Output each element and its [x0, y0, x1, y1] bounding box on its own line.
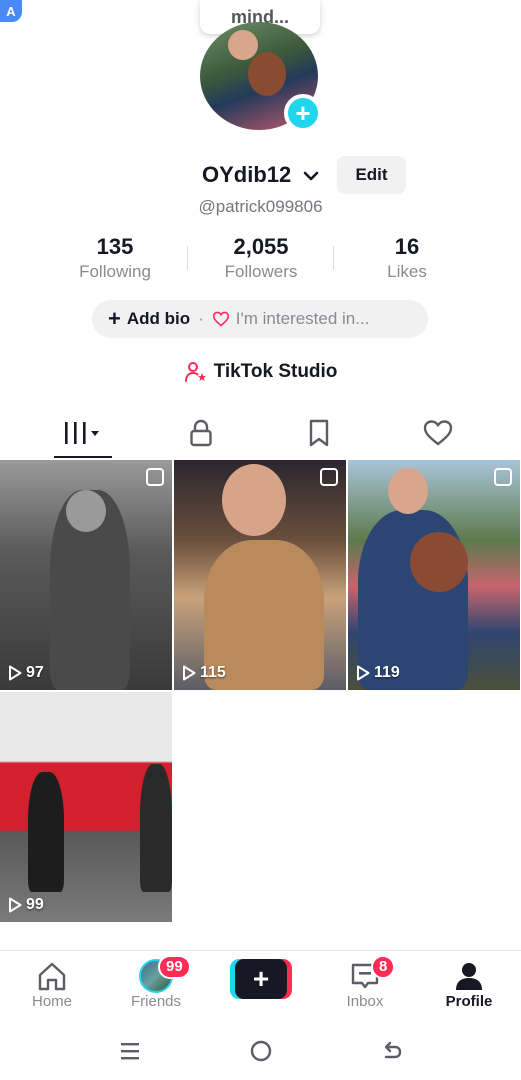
video-tile[interactable]: 99 [0, 692, 172, 922]
nav-inbox-label: Inbox [346, 993, 384, 1010]
multi-photo-icon [494, 468, 512, 486]
tab-liked[interactable] [373, 408, 503, 458]
inbox-badge: 8 [371, 955, 396, 979]
likes-label: Likes [387, 262, 427, 281]
play-icon [357, 665, 370, 681]
plus-icon: + [235, 959, 287, 999]
lock-icon [190, 419, 212, 447]
view-count: 99 [8, 896, 44, 914]
home-icon [38, 962, 66, 991]
video-tile[interactable]: 119 [348, 460, 520, 690]
chevron-down-icon[interactable] [301, 166, 321, 186]
stat-likes[interactable]: 16 Likes [332, 234, 482, 282]
nav-home-label: Home [31, 993, 72, 1010]
friends-badge: 99 [158, 955, 191, 979]
bottom-navigation: Home Friends 99 + Inbox 8 Profile [0, 950, 521, 1020]
back-icon[interactable] [380, 1038, 404, 1064]
play-icon [9, 665, 22, 681]
system-navigation-bar [0, 1030, 521, 1074]
separator: · [198, 309, 204, 328]
multi-photo-icon [146, 468, 164, 486]
recent-apps-icon[interactable] [118, 1038, 142, 1064]
tiktok-studio-link[interactable]: TikTok Studio [0, 358, 521, 386]
nav-profile-label: Profile [445, 993, 493, 1010]
videos-grid-icon [65, 422, 99, 444]
bio-pill[interactable]: + Add bio · I'm interested in... [92, 300, 428, 338]
video-tile[interactable]: 97 [0, 460, 172, 690]
following-label: Following [79, 262, 151, 281]
following-count: 135 [96, 234, 134, 259]
profile-avatar[interactable]: + [200, 22, 322, 132]
stat-followers[interactable]: 2,055 Followers [186, 234, 336, 282]
tab-private[interactable] [136, 408, 266, 458]
heart-icon [423, 420, 453, 446]
followers-label: Followers [224, 262, 298, 281]
nav-friends-label: Friends [130, 993, 182, 1010]
nav-friends[interactable]: Friends 99 [104, 955, 208, 1010]
heart-outline-icon [212, 311, 229, 327]
username[interactable]: OYdib12 [202, 162, 291, 188]
add-bio-label[interactable]: Add bio [127, 309, 190, 329]
video-tile[interactable]: 115 [174, 460, 346, 690]
tab-videos[interactable] [18, 408, 148, 458]
user-handle: @patrick099806 [198, 197, 323, 216]
view-count: 119 [356, 664, 400, 682]
view-count: 97 [8, 664, 44, 682]
play-icon [183, 665, 196, 681]
add-avatar-button[interactable]: + [284, 94, 322, 132]
likes-count: 16 [394, 234, 420, 259]
interest-label[interactable]: I'm interested in... [236, 309, 370, 329]
profile-icon [456, 963, 482, 990]
followers-count: 2,055 [233, 234, 289, 259]
multi-photo-icon [320, 468, 338, 486]
view-count: 115 [182, 664, 226, 682]
play-icon [9, 897, 22, 913]
active-tab-indicator [54, 456, 112, 458]
edit-profile-button[interactable]: Edit [337, 156, 406, 194]
nav-home[interactable]: Home [0, 959, 104, 1010]
plus-icon: + [108, 306, 121, 331]
profile-tabs [0, 408, 521, 460]
home-circle-icon[interactable] [249, 1038, 273, 1064]
profile-stats: 135 Following 2,055 Followers 16 Likes [0, 234, 521, 286]
studio-label: TikTok Studio [213, 361, 338, 382]
create-button[interactable]: + [230, 959, 292, 999]
tab-favorites[interactable] [254, 408, 384, 458]
bookmark-icon [309, 419, 329, 447]
stat-following[interactable]: 135 Following [40, 234, 190, 282]
accessibility-badge[interactable]: A [0, 0, 22, 22]
nav-profile[interactable]: Profile [417, 959, 521, 1010]
studio-person-star-icon [184, 362, 206, 382]
nav-inbox[interactable]: Inbox 8 [313, 955, 417, 1010]
